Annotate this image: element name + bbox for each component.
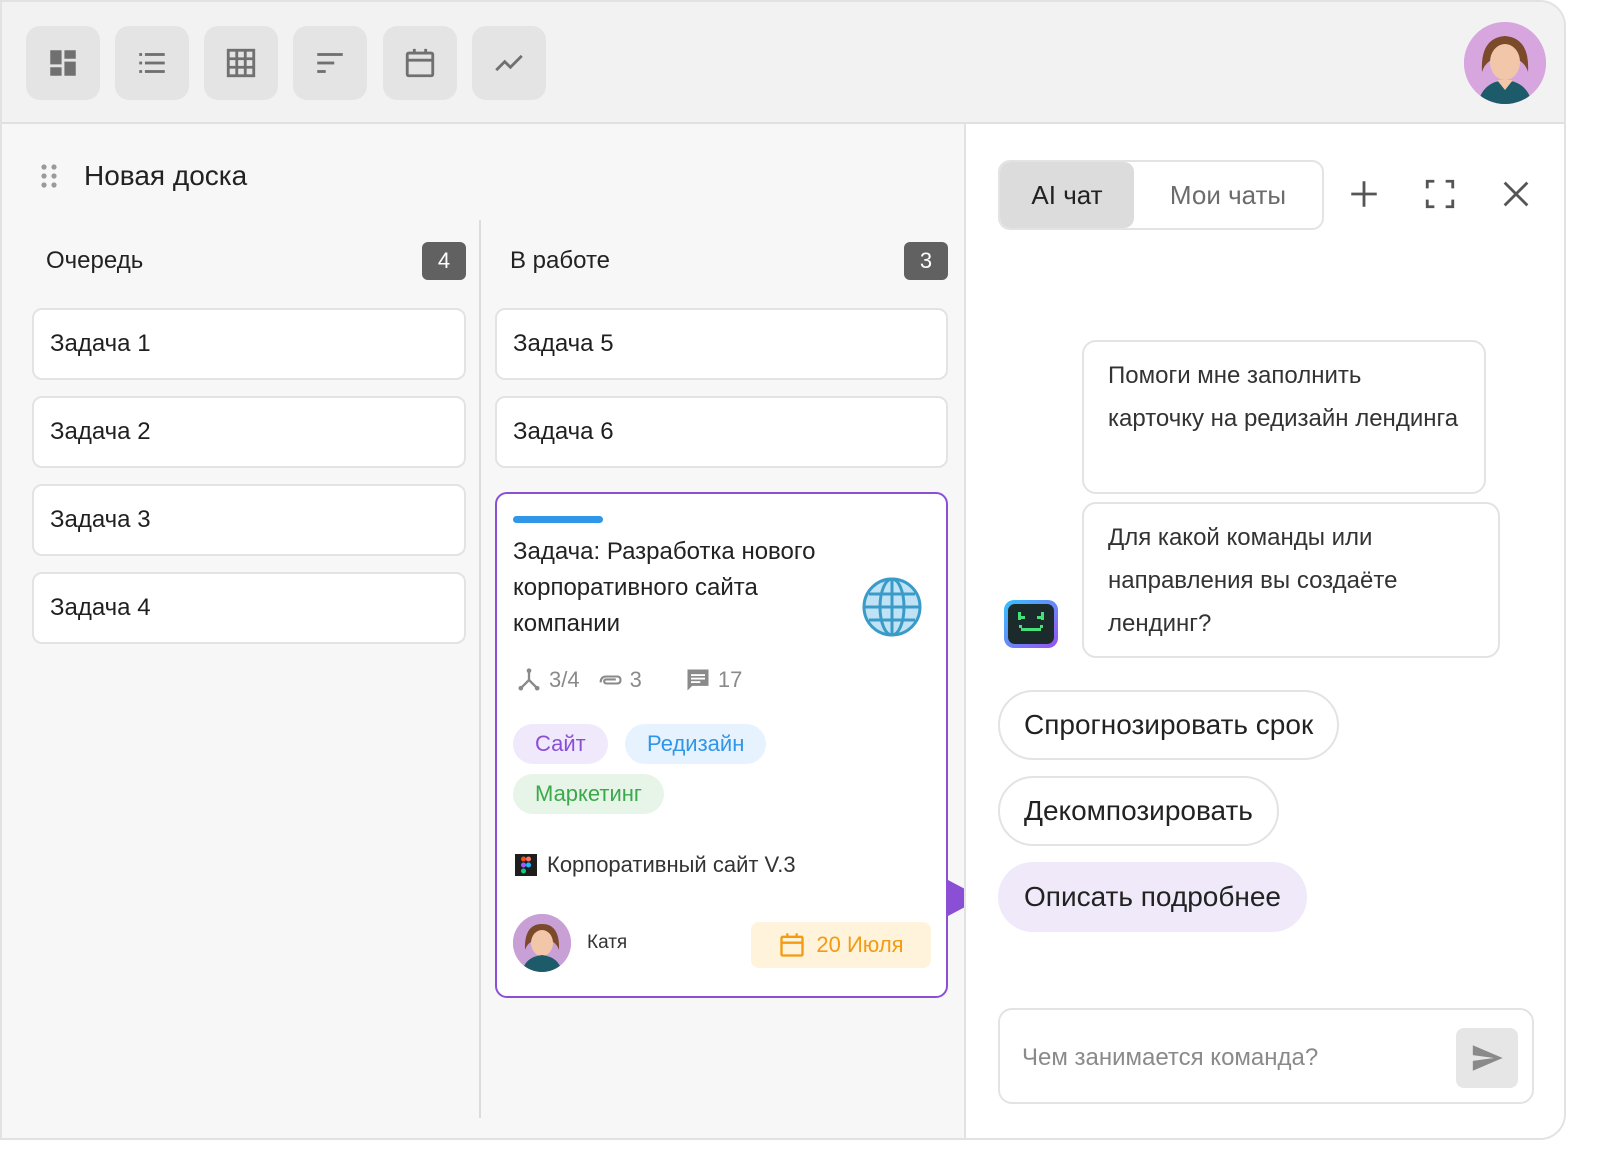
column-count-badge: 3 xyxy=(904,242,948,280)
list-view-button[interactable] xyxy=(115,26,189,100)
assignee-name: Катя xyxy=(587,932,628,953)
app-window: Новая доска Очередь 4 Задача 1 Задача 2 … xyxy=(0,0,1566,1140)
column-header-in-progress: В работе 3 xyxy=(510,242,948,280)
tag-redesign[interactable]: Редизайн xyxy=(625,724,767,764)
chat-input-box xyxy=(998,1008,1534,1104)
tag-site[interactable]: Сайт xyxy=(513,724,608,764)
assignee-avatar xyxy=(513,914,571,972)
subtasks-count: 3/4 xyxy=(549,667,580,692)
attachments-count: 3 xyxy=(629,667,642,692)
task-meta: 3/4 3 17 xyxy=(515,666,742,694)
gantt-icon xyxy=(317,53,343,73)
comment-icon xyxy=(687,669,709,691)
featured-task-title: Задача: Разработка нового корпоративного… xyxy=(513,538,816,637)
suggestion-describe-more[interactable]: Описать подробнее xyxy=(998,862,1307,932)
paperclip-icon xyxy=(599,675,622,685)
chat-message-user: Помоги мне заполнить карточку на редизай… xyxy=(1082,340,1486,494)
board-title: Новая доска xyxy=(84,160,248,191)
chart-icon xyxy=(495,54,523,72)
board-header: Новая доска xyxy=(38,160,247,192)
figma-icon xyxy=(515,854,537,876)
column-count-badge: 4 xyxy=(422,242,466,280)
subtasks-stat: 3/4 xyxy=(515,666,580,694)
figma-link-label: Корпоративный сайт V.3 xyxy=(547,852,796,877)
send-icon xyxy=(1472,1045,1503,1071)
plus-icon xyxy=(1351,181,1377,207)
comments-stat: 17 xyxy=(684,666,742,694)
tag-marketing[interactable]: Маркетинг xyxy=(513,774,664,814)
chat-tabs: AI чат Мои чаты xyxy=(998,160,1324,230)
calendar-icon xyxy=(780,933,805,957)
assignee[interactable]: Катя xyxy=(513,914,627,972)
task-card[interactable]: Задача 5 xyxy=(495,308,948,380)
tab-my-chats[interactable]: Мои чаты xyxy=(1134,162,1322,228)
calendar-view-button[interactable] xyxy=(383,26,457,100)
dashboard-view-button[interactable] xyxy=(26,26,100,100)
globe-icon xyxy=(862,577,922,637)
column-header-queue: Очередь 4 xyxy=(46,242,466,280)
ai-bot-avatar-icon xyxy=(1004,600,1058,648)
priority-bar xyxy=(513,516,603,523)
close-icon xyxy=(1503,181,1529,207)
featured-task-card[interactable]: Задача: Разработка нового корпоративного… xyxy=(495,492,948,998)
fullscreen-button[interactable] xyxy=(1420,174,1460,214)
assignee-portrait-icon xyxy=(513,914,571,972)
column-title: Очередь xyxy=(46,247,144,274)
drag-handle-icon[interactable] xyxy=(38,162,60,190)
user-avatar[interactable] xyxy=(1464,22,1546,104)
task-card[interactable]: Задача 6 xyxy=(495,396,948,468)
dashboard-icon xyxy=(50,50,76,76)
task-card[interactable]: Задача 4 xyxy=(32,572,466,644)
task-card[interactable]: Задача 1 xyxy=(32,308,466,380)
chart-view-button[interactable] xyxy=(472,26,546,100)
due-date-badge[interactable]: 20 Июля xyxy=(751,922,931,968)
figma-link[interactable]: Корпоративный сайт V.3 xyxy=(515,852,796,878)
close-button[interactable] xyxy=(1496,174,1536,214)
new-chat-button[interactable] xyxy=(1344,174,1384,214)
ai-chat-panel: AI чат Мои чаты Помоги мне заполнить кар… xyxy=(964,124,1564,1138)
send-button[interactable] xyxy=(1456,1028,1518,1088)
fullscreen-icon xyxy=(1425,179,1455,209)
suggestion-forecast-deadline[interactable]: Спрогнозировать срок xyxy=(998,690,1340,760)
attachments-stat: 3 xyxy=(596,666,642,694)
column-title: В работе xyxy=(510,247,611,274)
user-portrait-icon xyxy=(1464,22,1546,104)
chat-input[interactable] xyxy=(1022,1038,1442,1078)
view-toolbar xyxy=(2,2,1564,124)
tab-ai-chat[interactable]: AI чат xyxy=(1000,162,1134,228)
column-divider xyxy=(479,220,481,1118)
due-date: 20 Июля xyxy=(816,932,904,957)
suggestion-decompose[interactable]: Декомпозировать xyxy=(998,776,1279,846)
calendar-icon xyxy=(405,48,435,78)
comments-count: 17 xyxy=(717,667,743,692)
gantt-view-button[interactable] xyxy=(293,26,367,100)
list-icon xyxy=(139,53,165,73)
table-view-button[interactable] xyxy=(204,26,278,100)
task-card[interactable]: Задача 2 xyxy=(32,396,466,468)
chat-message-ai: Для какой команды или направления вы соз… xyxy=(1082,502,1500,658)
task-card[interactable]: Задача 3 xyxy=(32,484,466,556)
kanban-board: Новая доска Очередь 4 Задача 1 Задача 2 … xyxy=(2,124,982,1138)
subtasks-icon xyxy=(518,668,540,691)
table-icon xyxy=(226,48,256,78)
